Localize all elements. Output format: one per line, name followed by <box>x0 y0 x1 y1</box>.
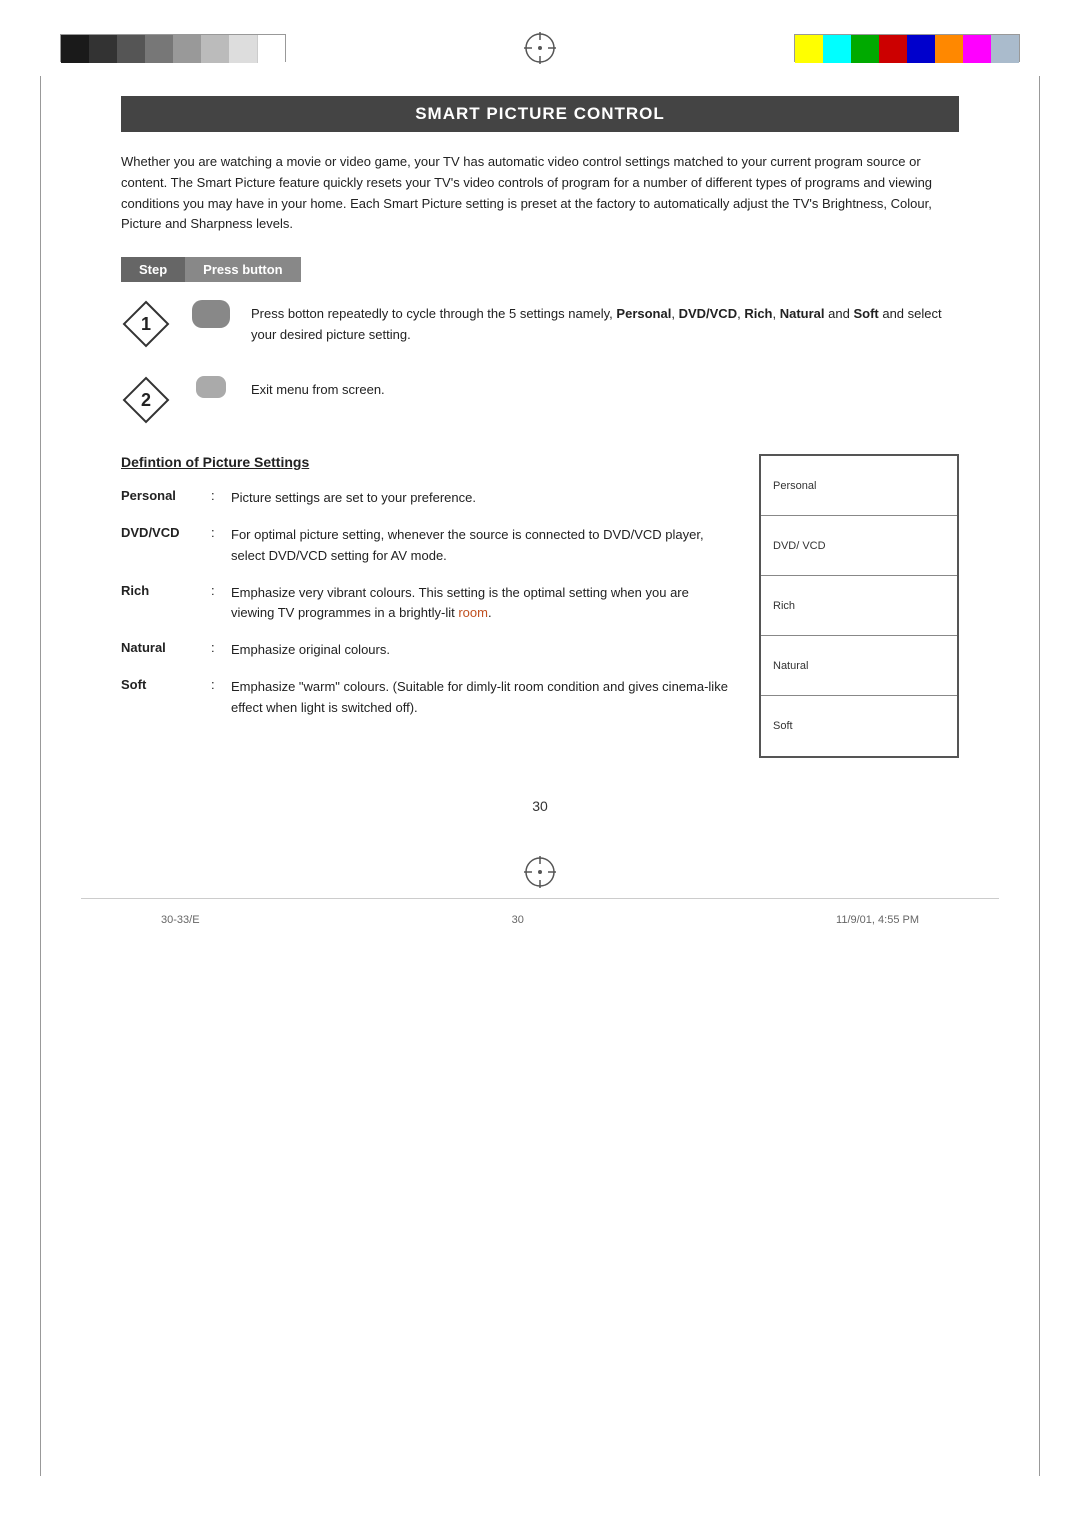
page: Smart Picture Control Whether you are wa… <box>0 0 1080 1528</box>
def-personal-colon: : <box>211 488 231 503</box>
footer-center: 30 <box>512 914 524 926</box>
menu-rich: Rich <box>761 576 957 636</box>
color-bar-right <box>794 34 1020 62</box>
def-natural: Natural : Emphasize original colours. <box>121 640 729 661</box>
def-rich-colon: : <box>211 583 231 598</box>
def-rich: Rich : Emphasize very vibrant colours. T… <box>121 583 729 625</box>
soft-label: Soft <box>853 306 878 321</box>
def-personal: Personal : Picture settings are set to y… <box>121 488 729 509</box>
cb-7 <box>229 35 257 63</box>
menu-personal: Personal <box>761 456 957 516</box>
def-soft-term: Soft <box>121 677 211 692</box>
bottom-crosshair-area <box>41 854 1039 890</box>
step-1-text: Press botton repeatedly to cycle through… <box>251 300 959 346</box>
cbr-1 <box>795 35 823 63</box>
def-natural-colon: : <box>211 640 231 655</box>
cbr-6 <box>935 35 963 63</box>
natural-label: Natural <box>780 306 825 321</box>
menu-dvdvcd: DVD/ VCD <box>761 516 957 576</box>
def-soft-colon: : <box>211 677 231 692</box>
cb-5 <box>173 35 201 63</box>
footer-bar: 30-33/E 30 11/9/01, 4:55 PM <box>81 898 999 941</box>
step-1-btn-oval <box>192 300 230 328</box>
rich-label: Rich <box>744 306 772 321</box>
intro-paragraph: Whether you are watching a movie or vide… <box>121 152 959 235</box>
def-dvdvcd-desc: For optimal picture setting, whenever th… <box>231 525 729 567</box>
step-2-text: Exit menu from screen. <box>251 376 959 401</box>
def-personal-desc: Picture settings are set to your prefere… <box>231 488 729 509</box>
top-bar-area <box>0 0 1080 76</box>
cb-6 <box>201 35 229 63</box>
content-area: Smart Picture Control Whether you are wa… <box>41 76 1039 854</box>
cbr-7 <box>963 35 991 63</box>
footer-right: 11/9/01, 4:55 PM <box>836 914 919 926</box>
definition-section: Defintion of Picture Settings Personal :… <box>121 454 959 758</box>
step-1-button <box>191 300 231 328</box>
def-soft-desc: Emphasize "warm" colours. (Suitable for … <box>231 677 729 719</box>
def-natural-term: Natural <box>121 640 211 655</box>
step-2-number: 2 <box>121 376 171 424</box>
top-crosshair <box>515 30 565 66</box>
cb-3 <box>117 35 145 63</box>
cb-1 <box>61 35 89 63</box>
step-2-row: 2 Exit menu from screen. <box>121 376 959 424</box>
page-title-box: Smart Picture Control <box>121 96 959 132</box>
def-dvdvcd-term: DVD/VCD <box>121 525 211 540</box>
page-title: Smart Picture Control <box>141 104 939 124</box>
definition-title: Defintion of Picture Settings <box>121 454 729 470</box>
step-2-btn-oval <box>196 376 226 398</box>
step-1-row: 1 Press botton repeatedly to cycle throu… <box>121 300 959 348</box>
page-border: Smart Picture Control Whether you are wa… <box>40 76 1040 1476</box>
bottom-crosshair-icon <box>522 854 558 890</box>
def-rich-desc: Emphasize very vibrant colours. This set… <box>231 583 729 625</box>
def-rich-term: Rich <box>121 583 211 598</box>
footer-left: 30-33/E <box>161 914 200 926</box>
cbr-3 <box>851 35 879 63</box>
press-button-label: Press button <box>185 257 300 282</box>
diamond-1: 1 <box>122 300 170 348</box>
step-2-button <box>191 376 231 398</box>
cb-4 <box>145 35 173 63</box>
step-1-digit: 1 <box>141 314 151 335</box>
cb-8 <box>257 35 285 63</box>
cb-2 <box>89 35 117 63</box>
color-bar-left <box>60 34 286 62</box>
def-natural-desc: Emphasize original colours. <box>231 640 729 661</box>
cbr-8 <box>991 35 1019 63</box>
step-header: Step Press button <box>121 257 959 282</box>
rich-highlight: room <box>458 605 488 620</box>
step-label: Step <box>121 257 185 282</box>
def-soft: Soft : Emphasize "warm" colours. (Suitab… <box>121 677 729 719</box>
def-personal-term: Personal <box>121 488 211 503</box>
page-number: 30 <box>121 798 959 814</box>
menu-natural: Natural <box>761 636 957 696</box>
personal-label: Personal <box>616 306 671 321</box>
diamond-2: 2 <box>122 376 170 424</box>
step-1-number: 1 <box>121 300 171 348</box>
step-2-digit: 2 <box>141 390 151 411</box>
dvdvcd-label: DVD/VCD <box>679 306 738 321</box>
def-dvdvcd-colon: : <box>211 525 231 540</box>
definitions-left: Defintion of Picture Settings Personal :… <box>121 454 729 758</box>
cbr-5 <box>907 35 935 63</box>
def-dvdvcd: DVD/VCD : For optimal picture setting, w… <box>121 525 729 567</box>
tv-menu-panel: Personal DVD/ VCD Rich Natural Soft <box>759 454 959 758</box>
cbr-4 <box>879 35 907 63</box>
menu-soft: Soft <box>761 696 957 756</box>
cbr-2 <box>823 35 851 63</box>
